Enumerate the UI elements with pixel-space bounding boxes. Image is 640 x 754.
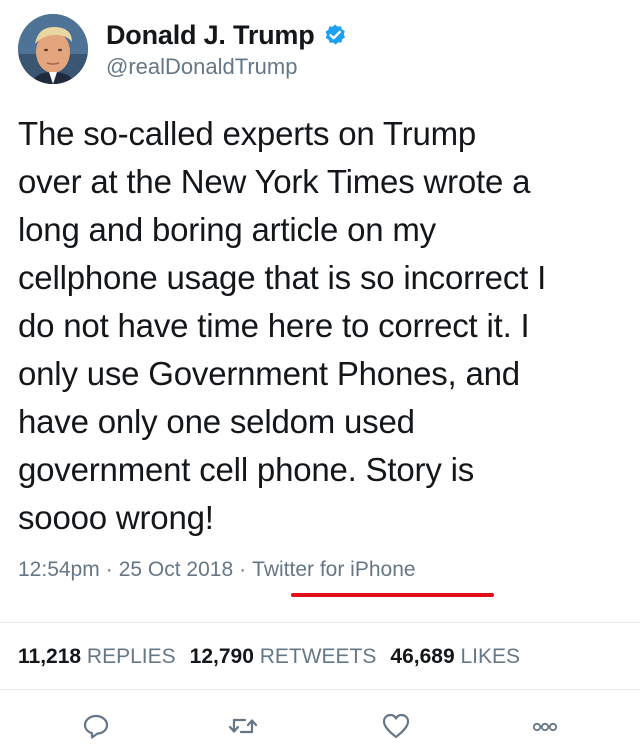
verified-badge-icon [323,23,347,47]
avatar[interactable] [18,14,88,84]
replies-stat[interactable]: 11,218 REPLIES [18,645,176,668]
replies-label: REPLIES [86,645,176,668]
tweet-text-line: only use Government Phones, and [18,355,520,392]
tweet-source[interactable]: Twitter for iPhone [252,558,415,582]
divider [0,689,640,690]
tweet-text-line: The so-called experts on Trump [18,115,477,152]
retweets-label: RETWEETS [259,645,377,668]
reply-button[interactable] [78,708,114,744]
more-button[interactable] [527,708,563,744]
meta-separator: · [105,558,113,581]
reply-icon [83,714,109,739]
tweet-card: Donald J. Trump @realDonaldTrump The so-… [0,0,640,754]
tweet-text-line: over at the New York Times wrote a [18,163,531,200]
tweet-stats: 11,218 REPLIES 12,790 RETWEETS 46,689 LIKE… [18,645,534,669]
avatar-image [18,14,88,84]
display-name-row: Donald J. Trump [106,18,347,52]
red-underline-annotation [291,593,494,597]
more-icon [532,722,558,732]
meta-separator: · [239,558,247,581]
retweet-icon [228,718,258,734]
tweet-text-line: cellphone usage that is so incorrect I [18,259,547,296]
tweet-header: Donald J. Trump @realDonaldTrump [18,14,618,86]
author-block: Donald J. Trump @realDonaldTrump [106,18,347,80]
tweet-date[interactable]: 25 Oct 2018 [119,558,233,581]
tweet-meta: 12:54pm · 25 Oct 2018 · Twitter for iPhone [18,558,416,582]
author-handle[interactable]: @realDonaldTrump [106,54,347,80]
tweet-time[interactable]: 12:54pm [18,558,100,581]
likes-count: 46,689 [390,645,455,668]
like-button[interactable] [378,708,414,744]
tweet-text-line: do not have time here to correct it. I [18,307,530,344]
replies-count: 11,218 [18,645,82,668]
tweet-text-line: government cell phone. Story is [18,451,475,488]
tweet-text: The so-called experts on Trump over at t… [18,110,624,542]
display-name[interactable]: Donald J. Trump [106,20,315,51]
tweet-text-line: have only one seldom used [18,403,415,440]
likes-label: LIKES [460,645,521,668]
retweet-button[interactable] [225,708,261,744]
tweet-text-line: soooo wrong! [18,499,214,536]
tweet-text-line: long and boring article on my [18,211,436,248]
tweet-actions [0,708,640,744]
retweets-count: 12,790 [189,645,254,668]
likes-stat[interactable]: 46,689 LIKES [390,645,520,668]
retweets-stat[interactable]: 12,790 RETWEETS [190,645,377,668]
divider [0,622,640,623]
heart-icon [382,713,410,739]
